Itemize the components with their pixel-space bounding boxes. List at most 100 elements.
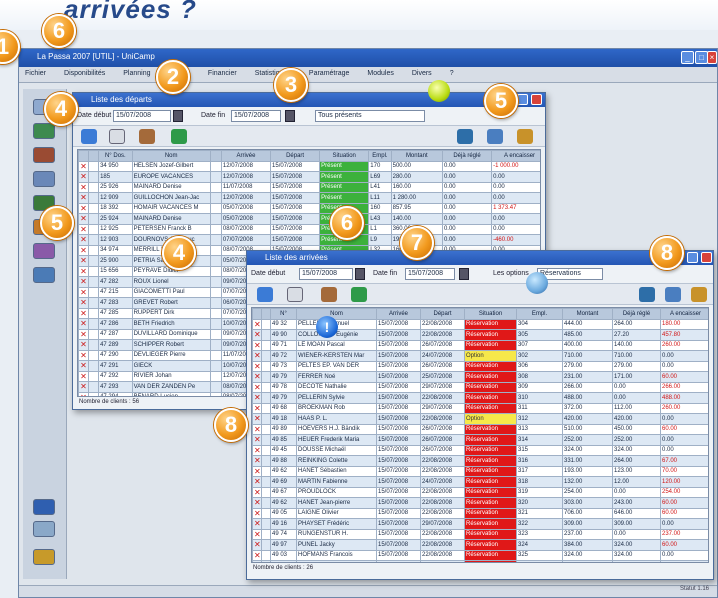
departure-date: 22/08/2008 — [420, 329, 465, 341]
arrivals-table[interactable]: N° Nom Arrivée Départ Situation Empl. Montant D… — [251, 307, 709, 563]
arrival-date: 15/07/2008 — [376, 507, 421, 519]
row-flag — [209, 381, 222, 393]
delete-icon: ✕ — [252, 539, 262, 551]
table-row[interactable]: ✕ 49 79 FERRER Noé 15/07/2008 25/07/2008 Rése… — [252, 371, 708, 383]
menu-item[interactable]: Disponibilités — [64, 70, 105, 77]
reservation-number: 49 62 — [270, 497, 297, 509]
table-row[interactable]: ✕ 12 909 GUILLOCHON Jean-Jac 12/07/2008 15/0… — [78, 192, 540, 204]
delete-icon: ✕ — [78, 160, 90, 172]
exit-door-icon[interactable] — [33, 549, 55, 565]
pitch-number: 160 — [368, 202, 392, 214]
client-icon[interactable] — [139, 129, 155, 144]
window-minimize-icon[interactable] — [517, 94, 528, 105]
table-row[interactable]: ✕ 49 62 HANET Sébastien 15/07/2008 22/08/200… — [252, 465, 708, 477]
table-row[interactable]: ✕ 49 05 LAIGNE Olivier 15/07/2008 22/08/2008… — [252, 507, 708, 519]
date-from-field[interactable]: 15/07/2008 — [299, 268, 353, 280]
table-row[interactable]: ✕ 49 62 HANET Jean-pierre 15/07/2008 22/08/2… — [252, 497, 708, 509]
client-name: GREVET Robert — [131, 297, 211, 309]
menu-item[interactable]: Financier — [208, 70, 237, 77]
menu-item[interactable]: ? — [450, 70, 454, 77]
calendar-icon[interactable] — [459, 268, 469, 280]
table-row[interactable]: ✕ 49 18 HAAS P. L. 15/07/2008 22/08/2008 Opti… — [252, 413, 708, 425]
date-from-field[interactable]: 15/07/2008 — [113, 110, 171, 122]
window-minimize-icon[interactable] — [687, 252, 698, 263]
date-to-field[interactable]: 15/07/2008 — [231, 110, 281, 122]
exit-door-icon[interactable] — [517, 129, 533, 144]
table-row[interactable]: ✕ 49 74 RUNGENSTUR H. 15/07/2008 22/08/2008 R… — [252, 528, 708, 540]
book-icon[interactable] — [33, 243, 55, 259]
table-row[interactable]: ✕ 49 69 MARTIN Fabienne 15/07/2008 24/07/200… — [252, 476, 708, 488]
table-row[interactable]: ✕ 49 85 HEUER Frederik Maria 15/07/2008 26/0… — [252, 434, 708, 446]
document-icon[interactable] — [33, 123, 55, 139]
departures-filter-row: Date début 15/07/2008 Date fin 15/07/200… — [73, 107, 545, 125]
window-close-icon[interactable] — [531, 94, 542, 105]
list-icon[interactable] — [33, 171, 55, 187]
table-row[interactable]: ✕ 38 73LANGEVILLE R. C. Iris15/07/200826/… — [252, 560, 708, 562]
calendar-icon[interactable] — [173, 110, 183, 122]
table-row[interactable]: ✕ 12 903 DOURNOVS Jean-Luc 07/07/2008 15/07/… — [78, 234, 540, 246]
balance-due: 0.00 — [491, 192, 540, 204]
amount: 400.00 — [562, 339, 613, 351]
calendar-icon[interactable] — [285, 110, 295, 122]
row-marker — [88, 234, 100, 246]
archive-icon[interactable] — [33, 267, 55, 283]
table-row[interactable]: ✕ 49 68 BROEKMAN Rob 15/07/2008 29/07/2008 Ré… — [252, 402, 708, 414]
menu-item[interactable]: Modules — [367, 70, 393, 77]
client-name: PHAYSET Frédéric — [296, 518, 377, 530]
menu-item[interactable]: Fichier — [25, 70, 46, 77]
table-row[interactable]: ✕ 49 67 PROUDLOCK 15/07/2008 22/08/2008 Réser… — [252, 486, 708, 498]
table-row[interactable]: ✕ 185 EUROPE VACANCES 12/07/2008 15/07/2008 P… — [78, 171, 540, 183]
table-row[interactable]: ✕ 18 392 HOMAIR VACANCES M 05/07/2008 15/07/… — [78, 202, 540, 214]
excel-icon[interactable] — [171, 129, 187, 144]
print-icon[interactable] — [287, 287, 303, 302]
exit-door-icon[interactable] — [691, 287, 707, 302]
row-marker — [261, 413, 271, 425]
table-row[interactable]: ✕ 49 03 HOFMANS Francois 15/07/2008 22/08/20… — [252, 549, 708, 561]
excel-icon[interactable] — [351, 287, 367, 302]
pitch-number: 326 — [516, 560, 563, 562]
search-icon[interactable] — [81, 129, 97, 144]
calendar-icon[interactable] — [355, 268, 365, 280]
callout-badge: 4 — [162, 236, 196, 270]
row-marker — [261, 455, 271, 467]
table-row[interactable]: ✕ 49 71 LE MOAN Pascal 15/07/2008 26/07/2008… — [252, 339, 708, 351]
settings-icon[interactable] — [33, 521, 55, 537]
date-to-field[interactable]: 15/07/2008 — [405, 268, 455, 280]
situation-badge: Réservation — [464, 444, 517, 456]
client-icon[interactable] — [321, 287, 337, 302]
table-row[interactable]: ✕ 34 950 HELSEN Jozef-Gilbert 12/07/2008 15/… — [78, 160, 540, 172]
table-row[interactable]: ✕ 49 73 PELTES EP. VAN DER 15/07/2008 26/07/… — [252, 360, 708, 372]
row-marker — [88, 213, 100, 225]
minimize-icon[interactable]: _ — [681, 51, 694, 64]
window-close-icon[interactable] — [701, 252, 712, 263]
validate-icon[interactable] — [639, 287, 655, 302]
delete-icon: ✕ — [252, 497, 262, 509]
table-row[interactable]: ✕ 49 97 PUNEL Jacky 15/07/2008 22/08/2008 Rés… — [252, 539, 708, 551]
info-icon[interactable] — [33, 499, 55, 515]
presence-filter-select[interactable]: Tous présents — [315, 110, 425, 122]
settings-icon[interactable] — [665, 287, 681, 302]
arrival-date: 15/07/2008 — [376, 444, 421, 456]
calendar-icon[interactable] — [33, 147, 55, 163]
menu-item[interactable]: Paramétrage — [309, 70, 349, 77]
menu-item[interactable]: Planning — [123, 70, 150, 77]
table-row[interactable]: ✕ 25 924 MAINARD Denise 05/07/2008 15/07/200… — [78, 213, 540, 225]
close-icon[interactable]: × — [707, 51, 717, 64]
table-row[interactable]: ✕ 25 926 MAINARD Denise 11/07/2008 15/07/200… — [78, 181, 540, 193]
delete-icon: ✕ — [78, 391, 90, 396]
table-row[interactable]: ✕ 49 79 PELLERIN Sylvie 15/07/2008 22/08/200… — [252, 392, 708, 404]
table-row[interactable]: ✕ 49 88 REINKING Colette 15/07/2008 22/08/20… — [252, 455, 708, 467]
menu-item[interactable]: Divers — [412, 70, 432, 77]
search-icon[interactable] — [257, 287, 273, 302]
table-row[interactable]: ✕ 49 89 HOEVERS H.J. Bändik 15/07/2008 26/07… — [252, 423, 708, 435]
table-row[interactable]: ✕ 49 16 PHAYSET Frédéric 15/07/2008 29/07/20… — [252, 518, 708, 530]
arrival-date: 05/07/2008 — [220, 202, 272, 214]
table-row[interactable]: ✕ 12 925 PETERSEN Franck B 08/07/2008 15/07/… — [78, 223, 540, 235]
settings-icon[interactable] — [487, 129, 503, 144]
print-icon[interactable] — [109, 129, 125, 144]
row-marker — [88, 307, 100, 319]
table-row[interactable]: ✕ 49 78 DECOTE Nathalie 15/07/2008 29/07/200… — [252, 381, 708, 393]
table-row[interactable]: ✕ 49 72 WIENER-KERSTEN Mar 15/07/2008 24/07/… — [252, 350, 708, 362]
validate-icon[interactable] — [457, 129, 473, 144]
table-row[interactable]: ✕ 49 45 DOUSSE Michaël 15/07/2008 26/07/2008… — [252, 444, 708, 456]
